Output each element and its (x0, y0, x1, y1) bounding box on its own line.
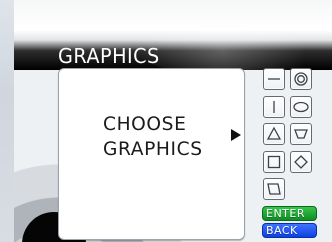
ellipse-tool[interactable] (290, 96, 312, 118)
top-band (14, 0, 332, 30)
parallelogram-tool[interactable] (263, 178, 285, 200)
trapezoid-tool[interactable] (290, 123, 312, 145)
horizontal-line-tool[interactable] (263, 68, 285, 90)
page-title: GRAPHICS (58, 44, 160, 68)
diamond-icon (294, 155, 308, 169)
choose-graphics-prompt: CHOOSE GRAPHICS (103, 113, 203, 160)
triangle-tool[interactable] (263, 123, 285, 145)
horizontal-line-icon (268, 78, 280, 80)
trapezoid-icon (294, 129, 308, 139)
enter-button[interactable]: ENTER (262, 206, 317, 221)
square-tool[interactable] (263, 151, 285, 173)
graphics-palette: ENTER BACK (253, 60, 332, 242)
diamond-tool[interactable] (290, 151, 312, 173)
concentric-circle-icon (294, 72, 308, 86)
triangle-icon (266, 126, 282, 140)
right-arrow-icon (231, 129, 241, 141)
back-button[interactable]: BACK (262, 223, 317, 238)
square-icon (267, 155, 281, 169)
concentric-circle-tool[interactable] (290, 68, 312, 90)
vertical-line-icon (273, 101, 275, 113)
parallelogram-icon (267, 183, 281, 195)
ellipse-icon (293, 101, 309, 113)
vertical-line-tool[interactable] (263, 96, 285, 118)
graphics-screen: GRAPHICS CHOOSE GRAPHICS ENTER BACK (0, 0, 332, 242)
choose-graphics-dialog: CHOOSE GRAPHICS (58, 68, 245, 240)
